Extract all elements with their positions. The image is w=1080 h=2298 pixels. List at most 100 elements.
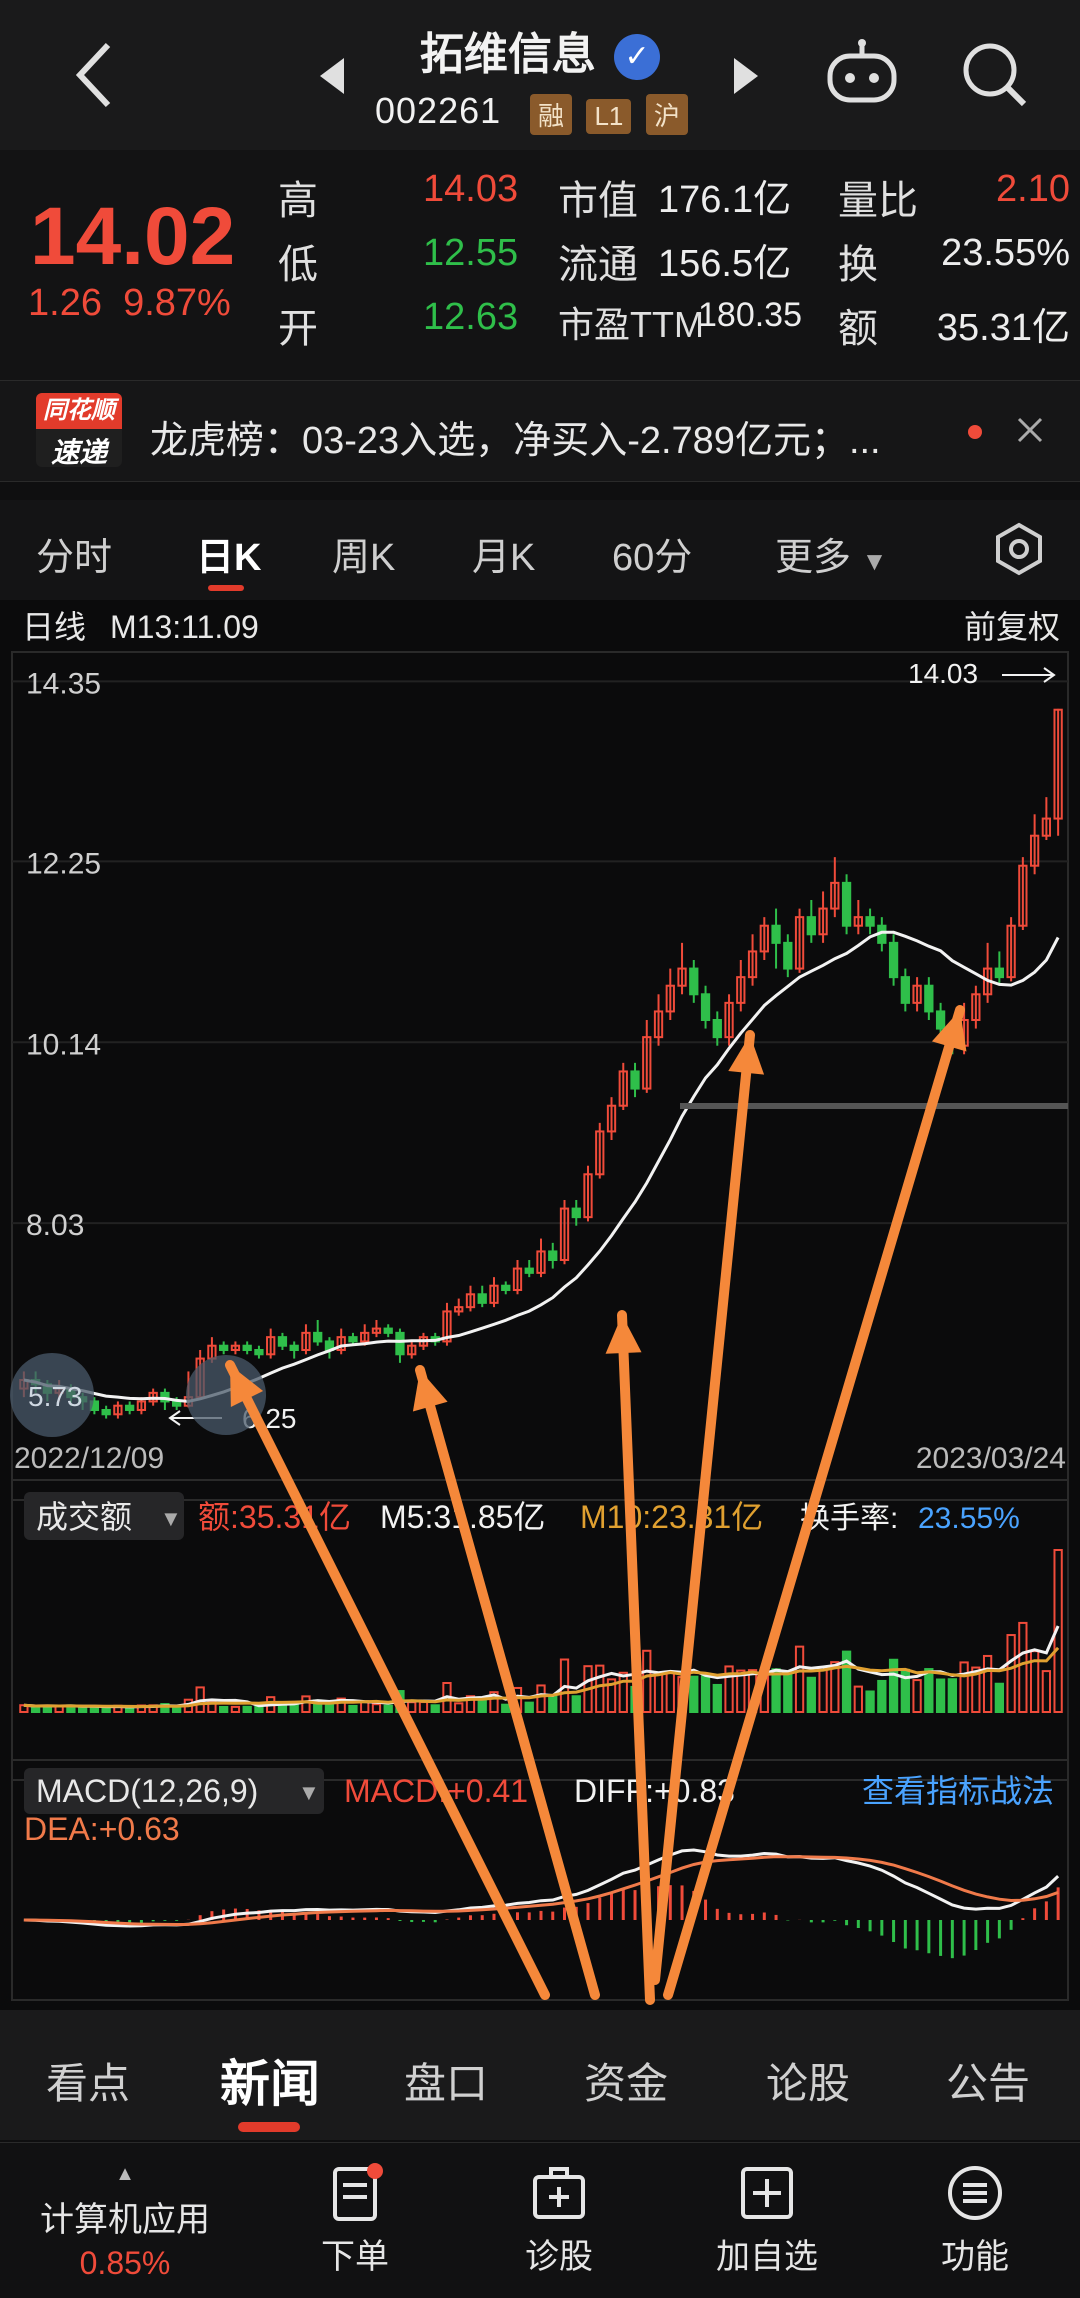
- value-amount: 35.31亿: [936, 307, 1070, 349]
- volume-bar: [618, 1671, 628, 1713]
- functions-button[interactable]: 功能: [900, 2163, 1050, 2278]
- quote-panel: 14.02 1.26 9.87% 高 14.03 市值 176.1亿 量比 2.…: [0, 150, 1080, 380]
- volume-bar: [865, 1690, 875, 1714]
- sector-change: 0.85%: [79, 2245, 171, 2281]
- tab-highlights[interactable]: 看点: [46, 2050, 130, 2111]
- candle-body: [994, 967, 1005, 979]
- tab-60min[interactable]: 60分: [612, 526, 692, 581]
- volume-bar: [595, 1664, 605, 1713]
- diagnose-icon: [529, 2163, 589, 2223]
- indicator-guide-link[interactable]: 查看指标战法: [862, 1773, 1054, 1809]
- tab-funds[interactable]: 资金: [584, 2050, 668, 2111]
- volume-bar: [959, 1661, 969, 1714]
- volume-bar: [642, 1649, 652, 1713]
- tab-orderbook[interactable]: 盘口: [404, 2050, 488, 2111]
- volume-bar: [348, 1704, 358, 1713]
- news-ticker[interactable]: 同花顺 速递 龙虎榜：03-23入选，净买入-2.789亿元；...: [0, 380, 1080, 482]
- candle-body: [783, 941, 793, 970]
- candle-body: [548, 1250, 558, 1262]
- ticker-text[interactable]: 龙虎榜：03-23入选，净买入-2.789亿元；...: [150, 409, 881, 464]
- volume-bar: [430, 1704, 440, 1714]
- volume-bar: [101, 1706, 111, 1714]
- bottom-nav: ▲ 计算机应用 0.85% 下单 诊股 加自选 功能: [0, 2142, 1080, 2298]
- macd-selector-label: MACD(12,26,9): [36, 1773, 258, 1809]
- diagnose-button[interactable]: 诊股: [484, 2163, 634, 2278]
- volume-bar: [700, 1675, 711, 1714]
- macd-bars: [34, 1885, 1060, 1959]
- candle-body: [888, 941, 899, 979]
- volume-bar: [289, 1704, 299, 1714]
- add-watchlist-button[interactable]: 加自选: [692, 2163, 842, 2278]
- next-stock-icon[interactable]: [732, 58, 758, 99]
- unread-dot: [968, 425, 982, 439]
- value-float-cap: 156.5亿: [658, 243, 792, 285]
- search-icon[interactable]: [960, 40, 1030, 115]
- volume-bar: [924, 1668, 934, 1713]
- volume-selector-label: 成交额: [36, 1499, 132, 1535]
- tab-daily-k[interactable]: 日K: [196, 526, 261, 581]
- volume-bar: [524, 1701, 534, 1714]
- volume-bar: [536, 1684, 546, 1713]
- tab-more[interactable]: 更多 ▼: [775, 526, 887, 581]
- volume-bar: [242, 1705, 252, 1713]
- volume-amount: 额:35.31亿: [198, 1499, 351, 1535]
- candle-body: [935, 1010, 946, 1030]
- sector-button[interactable]: ▲ 计算机应用 0.85%: [20, 2163, 230, 2282]
- date-end: 2023/03/24: [916, 1442, 1066, 1475]
- robot-icon[interactable]: [822, 38, 902, 113]
- up-arrow-icon: ▲: [115, 2163, 135, 2185]
- volume-bar: [383, 1704, 393, 1713]
- tag-connect: 沪: [645, 94, 688, 135]
- functions-label: 功能: [941, 2238, 1009, 2276]
- dropdown-icon: ▼: [861, 546, 888, 576]
- candle-body: [313, 1331, 323, 1343]
- close-icon[interactable]: [1015, 415, 1045, 450]
- tab-intraday[interactable]: 分时: [36, 526, 112, 581]
- candle-body: [865, 916, 875, 927]
- candle-body: [477, 1293, 487, 1304]
- candle-body: [900, 976, 910, 1004]
- value-volume-ratio: 2.10: [996, 168, 1070, 210]
- volume-bar: [454, 1702, 464, 1713]
- volume-bar: [994, 1682, 1005, 1713]
- candle-body: [771, 924, 781, 944]
- volume-bar: [1018, 1621, 1028, 1714]
- value-turnover: 23.55%: [941, 232, 1070, 274]
- candle-body: [219, 1344, 229, 1352]
- add-watchlist-label: 加自选: [716, 2238, 818, 2276]
- tab-discussion[interactable]: 论股: [766, 2050, 850, 2111]
- tab-news[interactable]: 新闻: [220, 2044, 320, 2116]
- volume-bar: [783, 1672, 793, 1713]
- annotation-arrow-head: [605, 1315, 642, 1354]
- order-button[interactable]: 下单: [280, 2163, 430, 2278]
- tab-announcements[interactable]: 公告: [946, 2050, 1030, 2111]
- volume-bar: [947, 1678, 957, 1714]
- menu-icon: [945, 2163, 1005, 2223]
- verified-icon: ✓: [614, 34, 661, 81]
- candle-body: [630, 1070, 640, 1090]
- volume-bar: [254, 1705, 264, 1713]
- tab-monthly-k[interactable]: 月K: [472, 526, 535, 581]
- order-label: 下单: [321, 2238, 389, 2276]
- max-label: 14.03: [908, 658, 978, 689]
- adjust-mode[interactable]: 前复权: [964, 609, 1060, 645]
- dea-value: DEA:+0.63: [24, 1811, 180, 1847]
- value-open: 12.63: [423, 296, 519, 338]
- volume-bar: [1006, 1634, 1016, 1713]
- volume-bar: [371, 1703, 382, 1714]
- stock-name: 拓维信息 ✓: [0, 18, 1080, 82]
- volume-bar: [888, 1658, 899, 1713]
- candle-body: [383, 1327, 393, 1334]
- tab-weekly-k[interactable]: 周K: [332, 526, 395, 581]
- chart-area[interactable]: 日线 M13:11.09 前复权 14.35 12.25 10.14 8.03 14.…: [0, 600, 1080, 2010]
- label-float-cap: 流通: [558, 243, 638, 287]
- value-low: 12.55: [423, 232, 519, 274]
- label-amount: 额: [838, 307, 878, 351]
- chart-settings-icon[interactable]: [992, 522, 1046, 581]
- volume-bar: [689, 1675, 699, 1713]
- label-high: 高: [278, 179, 318, 223]
- candle-body: [712, 1019, 722, 1039]
- volume-dropdown-icon: ▼: [160, 1506, 182, 1531]
- volume-bar: [794, 1645, 805, 1713]
- kline-chart[interactable]: 日线 M13:11.09 前复权 14.35 12.25 10.14 8.03 14.…: [0, 600, 1080, 2010]
